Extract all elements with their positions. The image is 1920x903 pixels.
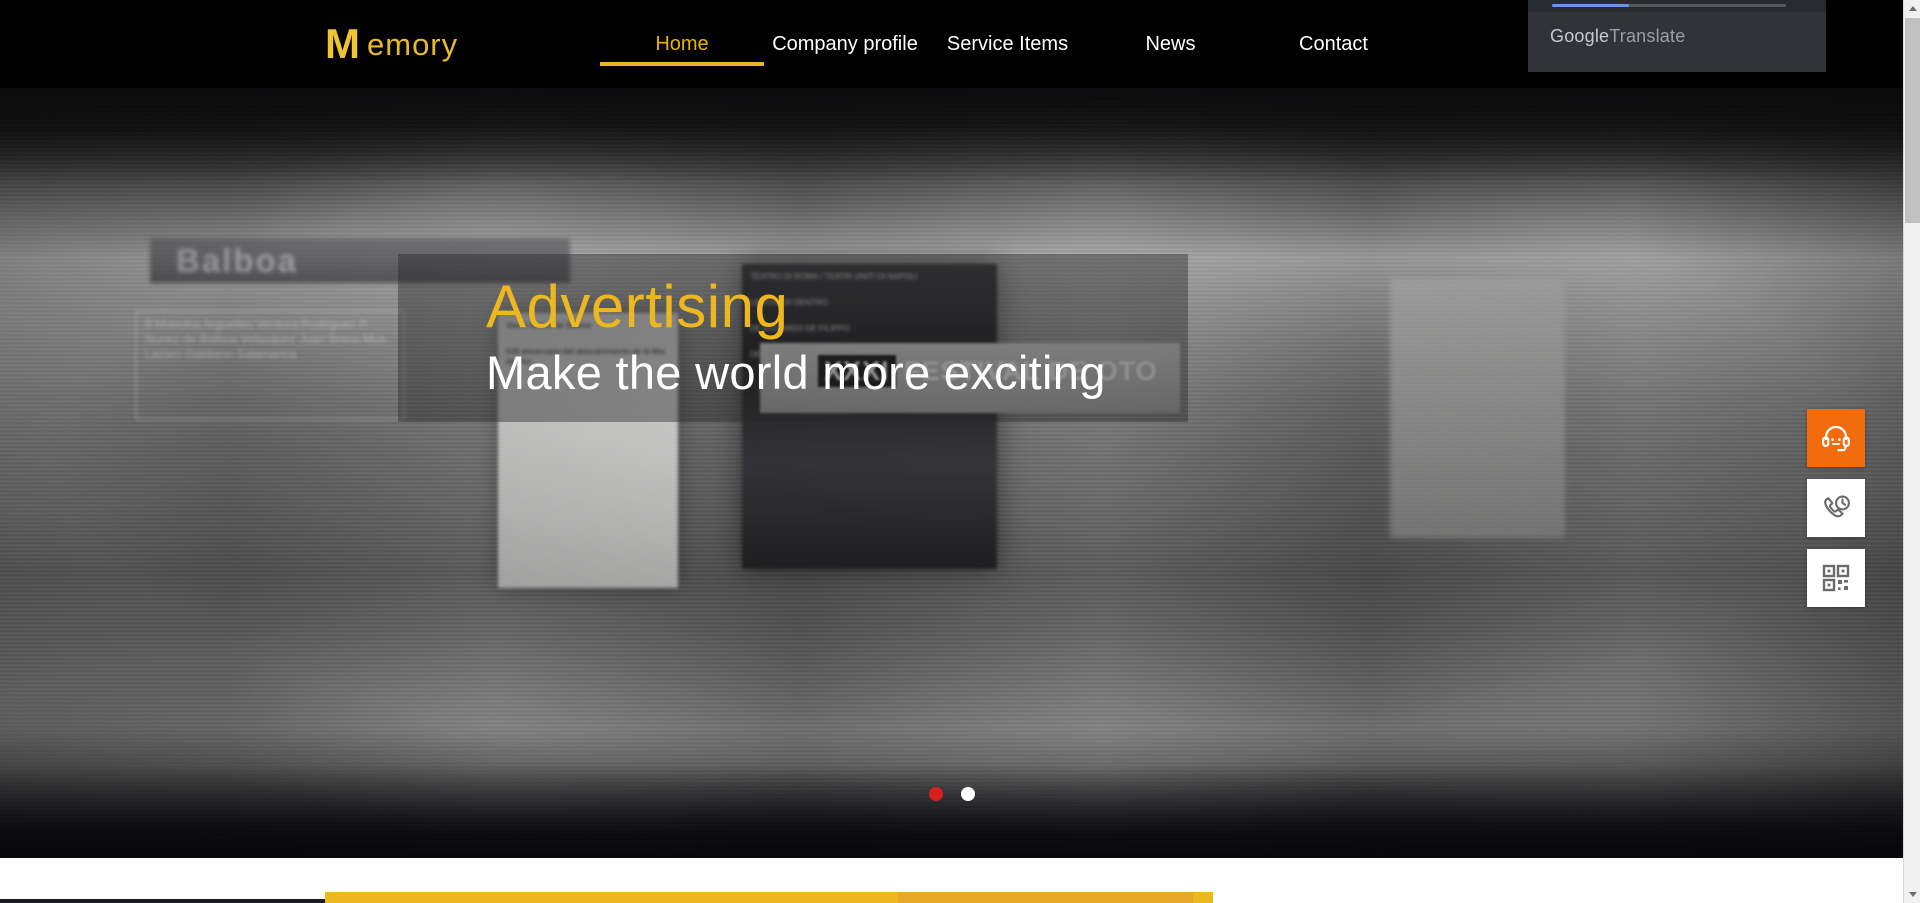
chevron-up-icon: [1908, 6, 1917, 11]
scroll-down-arrow[interactable]: [1904, 886, 1920, 903]
hero-top-fade: [0, 88, 1903, 184]
carousel-dot-1[interactable]: [928, 787, 943, 801]
nav-item-home[interactable]: Home: [600, 0, 764, 88]
phone-clock-icon: [1824, 495, 1850, 518]
chevron-down-icon: [1908, 892, 1917, 897]
section-gold-bar-segment: [898, 892, 1193, 903]
google-translate-overlay[interactable]: Google Translate: [1528, 0, 1826, 72]
nav-label: Service Items: [946, 32, 1069, 55]
nav-label: Home: [655, 32, 709, 55]
below-hero-section: [0, 858, 1903, 903]
nav-item-news[interactable]: News: [1089, 0, 1252, 88]
browser-page: M emory Home Company profile Service Ite…: [0, 0, 1920, 903]
section-dark-edge: [0, 899, 325, 903]
nav-label: Contact: [1299, 32, 1368, 55]
hero-carousel: Balboa 9 Moncloa Arguelles Ventura Rodri…: [0, 88, 1903, 858]
carousel-dots: [0, 787, 1903, 801]
customer-service-icon: [1822, 425, 1850, 452]
customer-service-button[interactable]: [1807, 409, 1865, 467]
carousel-dot-2[interactable]: [960, 787, 975, 801]
nav-item-service-items[interactable]: Service Items: [926, 0, 1089, 88]
nav-label: News: [1145, 32, 1196, 55]
nav-label: Company profile: [772, 32, 918, 55]
translate-brand: Google: [1550, 25, 1610, 46]
qr-code-icon: [1822, 564, 1850, 592]
hero-caption-box: Advertising Make the world more exciting: [398, 254, 1188, 422]
call-back-button[interactable]: [1807, 479, 1865, 537]
page-viewport: M emory Home Company profile Service Ite…: [0, 0, 1903, 903]
scroll-up-arrow[interactable]: [1904, 0, 1920, 17]
nav-item-company-profile[interactable]: Company profile: [764, 0, 926, 88]
floating-contact-widget: [1807, 409, 1865, 607]
scrollbar-thumb[interactable]: [1905, 18, 1920, 223]
section-gold-bar: [325, 892, 1213, 903]
logo-text: emory: [367, 26, 459, 62]
main-navigation: Home Company profile Service Items News …: [600, 0, 1415, 88]
active-tab-underline: [600, 62, 764, 66]
hero-title: Advertising: [486, 273, 789, 341]
nav-item-contact[interactable]: Contact: [1252, 0, 1415, 88]
logo-letter-m: M: [325, 20, 360, 67]
hero-subtitle: Make the world more exciting: [486, 346, 1106, 400]
site-logo[interactable]: M emory: [325, 16, 458, 72]
translate-word: Translate: [1609, 25, 1686, 46]
vertical-scrollbar[interactable]: [1903, 0, 1920, 903]
qr-code-button[interactable]: [1807, 549, 1865, 607]
google-translate-label: Google Translate: [1550, 0, 1685, 72]
